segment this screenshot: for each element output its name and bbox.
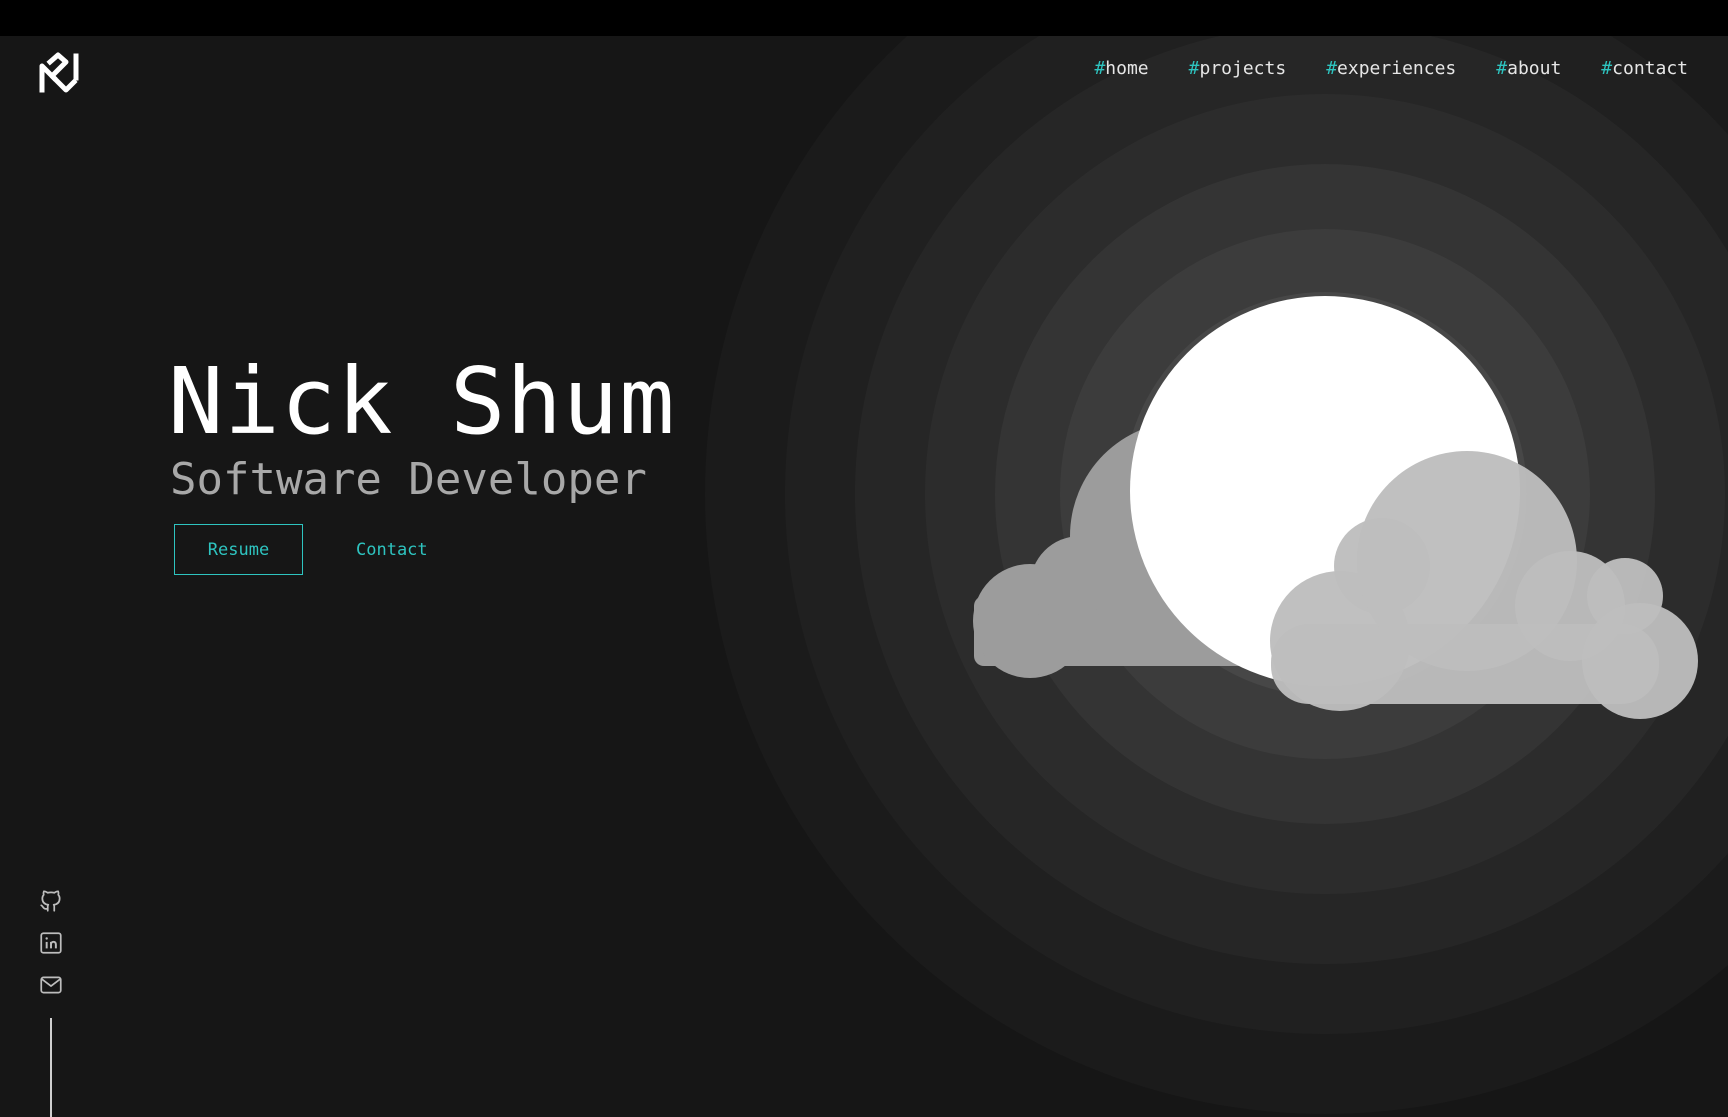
nav-experiences[interactable]: #experiences bbox=[1326, 58, 1456, 79]
site-logo[interactable] bbox=[38, 52, 80, 94]
resume-button[interactable]: Resume bbox=[174, 524, 303, 575]
linkedin-icon[interactable] bbox=[38, 930, 64, 956]
page: #home #projects #experiences #about #con… bbox=[0, 36, 1728, 1117]
main-nav: #home #projects #experiences #about #con… bbox=[1094, 58, 1688, 79]
moon-clouds-illustration bbox=[705, 36, 1728, 1114]
hero-role: Software Developer bbox=[170, 454, 647, 505]
social-divider-line bbox=[50, 1018, 52, 1117]
mail-icon[interactable] bbox=[38, 972, 64, 998]
github-icon[interactable] bbox=[38, 888, 64, 914]
social-links bbox=[38, 888, 64, 1014]
nav-projects[interactable]: #projects bbox=[1189, 58, 1287, 79]
browser-top-bar bbox=[0, 0, 1728, 36]
nav-about[interactable]: #about bbox=[1496, 58, 1561, 79]
nav-home[interactable]: #home bbox=[1094, 58, 1148, 79]
hero-name: Nick Shum bbox=[168, 348, 676, 455]
nav-contact[interactable]: #contact bbox=[1601, 58, 1688, 79]
contact-button[interactable]: Contact bbox=[334, 524, 450, 575]
